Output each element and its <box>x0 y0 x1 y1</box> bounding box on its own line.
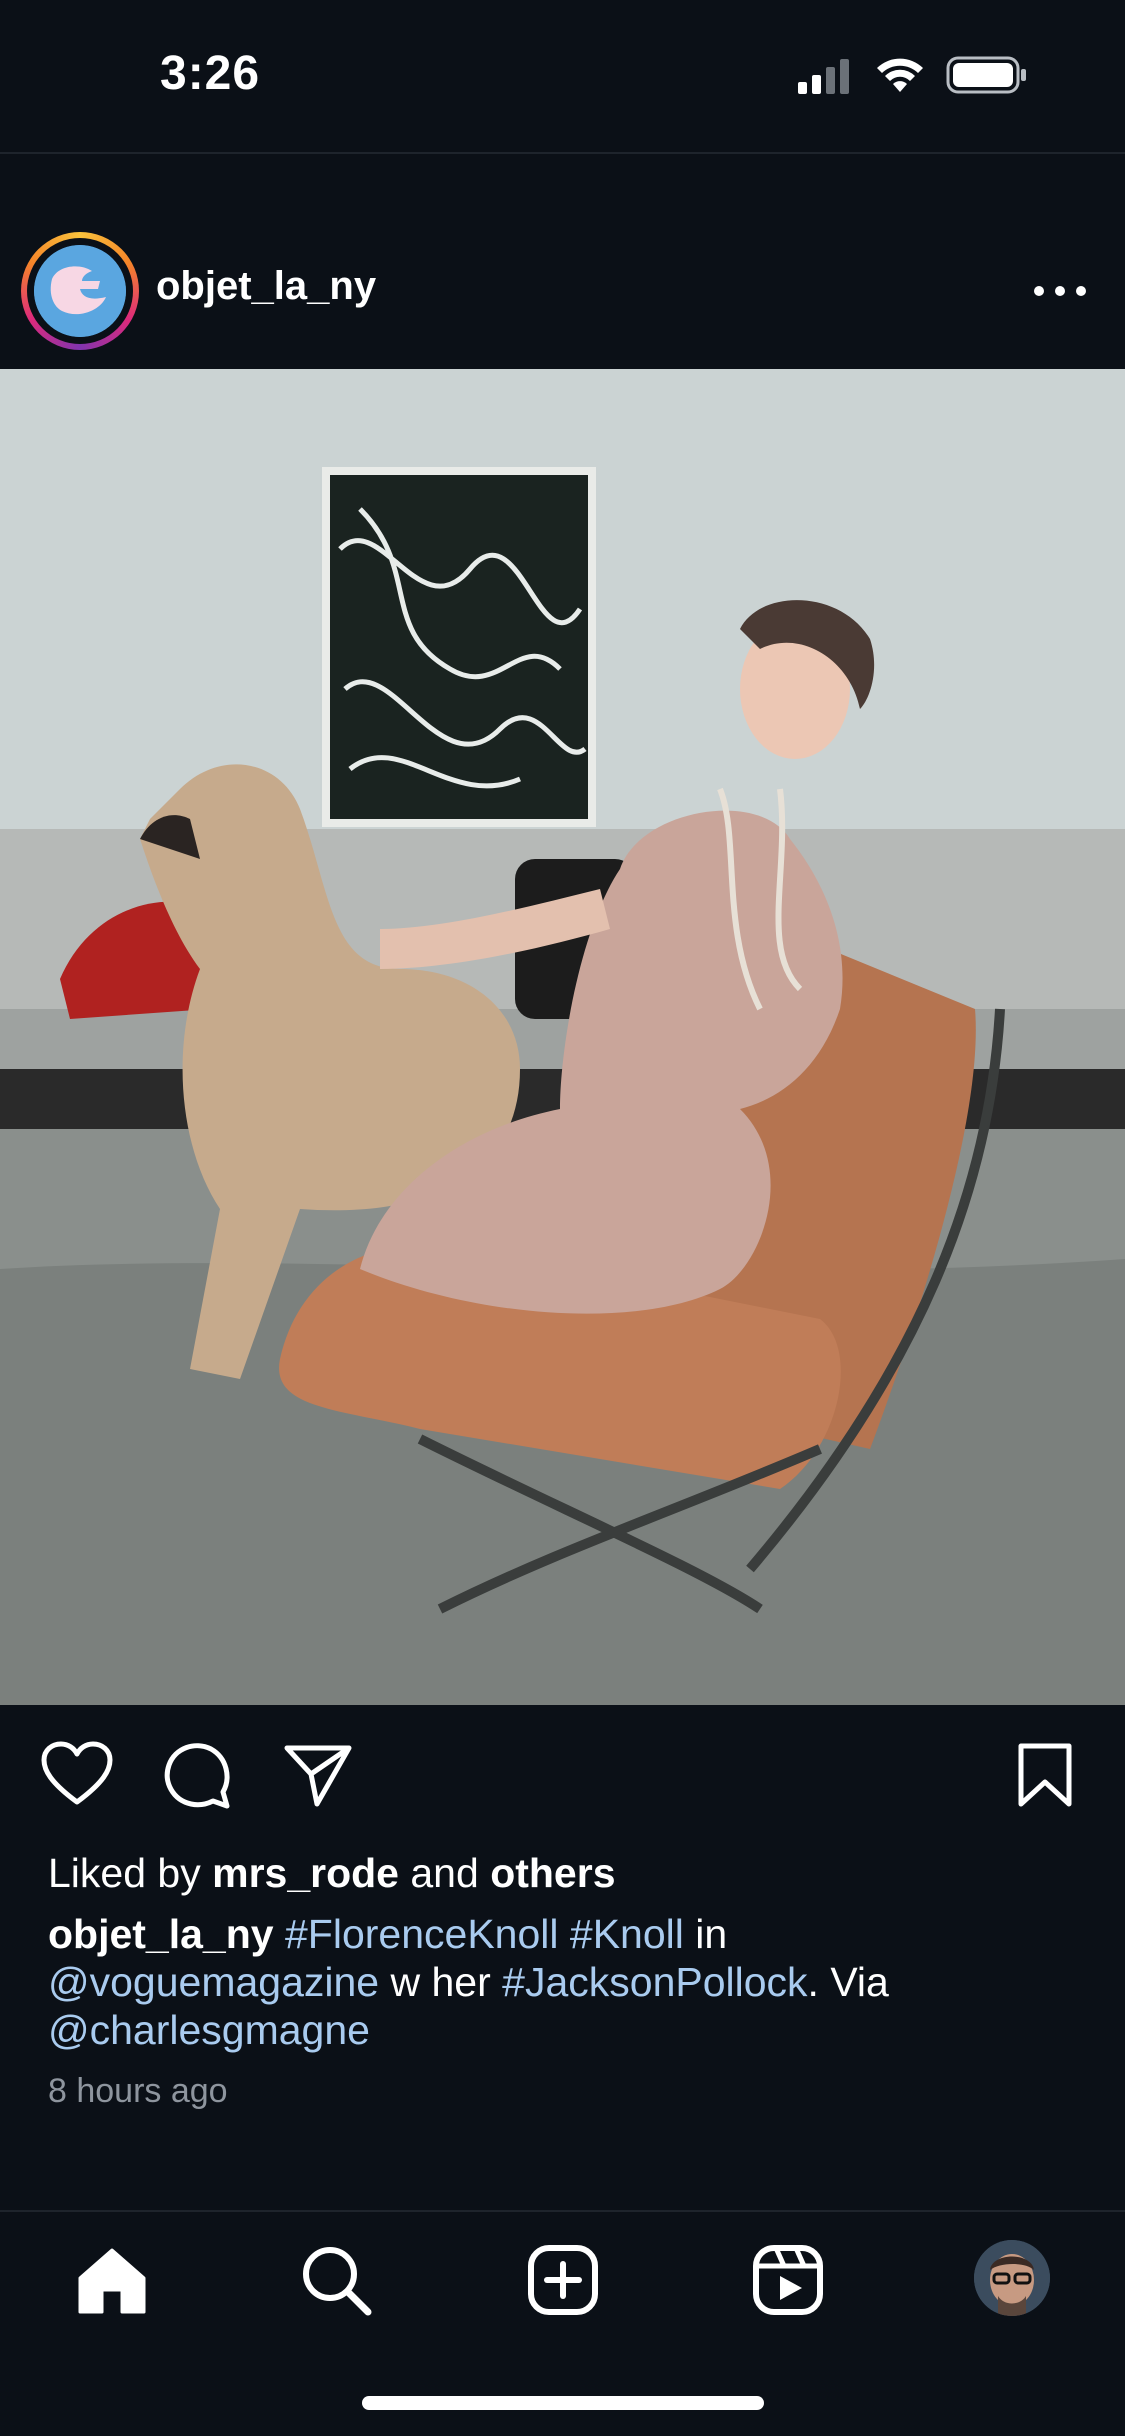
top-divider <box>0 152 1125 154</box>
bookmark-icon[interactable] <box>1016 1742 1074 1808</box>
post-username[interactable]: objet_la_ny <box>156 264 376 309</box>
caption-username[interactable]: objet_la_ny <box>48 1911 274 1957</box>
post-timestamp: 8 hours ago <box>48 2072 228 2110</box>
liked-by-user[interactable]: mrs_rode <box>212 1850 399 1896</box>
share-icon[interactable] <box>283 1742 353 1808</box>
signal-icon <box>798 59 849 94</box>
wifi-icon <box>877 58 923 92</box>
profile-avatar[interactable] <box>974 2240 1050 2316</box>
caption-hashtag[interactable]: #FlorenceKnoll <box>285 1911 559 1957</box>
caption-mention[interactable]: @voguemagazine <box>48 1959 379 2005</box>
home-icon[interactable] <box>76 2244 148 2316</box>
liked-by-prefix: Liked by <box>48 1850 213 1896</box>
comment-icon[interactable] <box>163 1740 233 1810</box>
home-indicator <box>362 2396 764 2410</box>
photo-illustration <box>0 369 1125 1705</box>
post-avatar[interactable] <box>34 245 126 337</box>
caption-text: in <box>683 1911 728 1957</box>
caption-text: w her <box>379 1959 503 2005</box>
add-icon[interactable] <box>527 2244 599 2316</box>
post-photo[interactable] <box>0 369 1125 1705</box>
caption-text: . Via <box>807 1959 889 2005</box>
caption-mention[interactable]: @charlesgmagne <box>48 2007 370 2053</box>
battery-icon <box>946 56 1026 94</box>
more-icon[interactable] <box>1030 282 1090 300</box>
liked-by-middle: and <box>398 1850 491 1896</box>
caption-hashtag[interactable]: #JacksonPollock <box>502 1959 807 2005</box>
liked-by-others[interactable]: others <box>490 1850 615 1896</box>
profile-avatar-image <box>974 2240 1050 2316</box>
likes-summary[interactable]: Liked by mrs_rode and others <box>48 1850 616 1897</box>
status-time: 3:26 <box>160 47 261 100</box>
caption-hashtag[interactable]: #Knoll <box>570 1911 684 1957</box>
heart-icon[interactable] <box>40 1740 114 1806</box>
reels-icon[interactable] <box>752 2244 824 2316</box>
avatar-logo-icon <box>34 245 126 337</box>
nav-divider <box>0 2210 1125 2212</box>
search-icon[interactable] <box>300 2244 372 2316</box>
post-caption: objet_la_ny #FlorenceKnoll #Knoll in @vog… <box>48 1910 1078 2054</box>
